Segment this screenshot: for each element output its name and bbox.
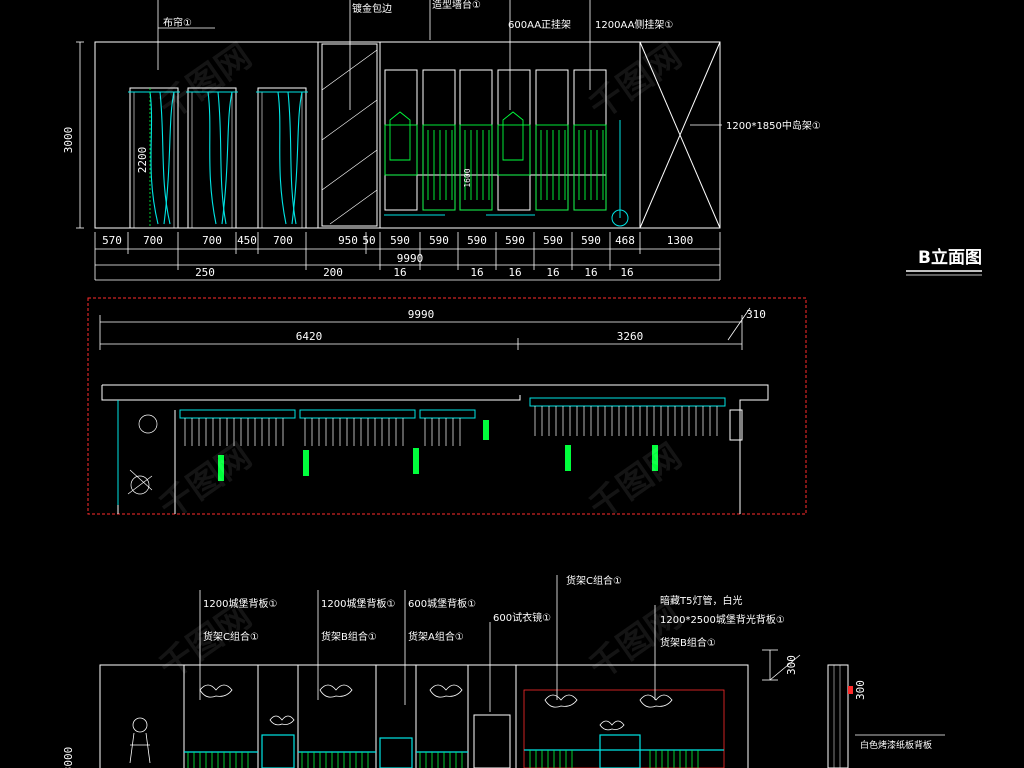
label-c4: 货架B组合① — [321, 630, 377, 643]
dim-text: 250 — [195, 266, 215, 279]
curtains — [128, 91, 308, 225]
label-c6: 货架A组合① — [408, 630, 464, 643]
dim-text: 16 — [470, 266, 483, 279]
dims-vertical — [76, 41, 151, 229]
dim-text: 590 — [429, 234, 449, 247]
label-mirror: 镀金包边 — [352, 2, 392, 15]
dim-text: 700 — [202, 234, 222, 247]
height-2200: 2200 — [136, 147, 149, 174]
dim-text: 16 — [508, 266, 521, 279]
dim-text: 590 — [390, 234, 410, 247]
dim-text: 700 — [143, 234, 163, 247]
label-c3: 1200城堡背板① — [321, 597, 395, 610]
label-c8: 货架C组合① — [566, 574, 622, 587]
dim-text: 16 — [546, 266, 559, 279]
label-rack-600: 600AA正挂架 — [508, 18, 571, 31]
label-wall: 造型墙台① — [432, 0, 481, 11]
dim-values-top: 570 700 700 450 700 950 50 590 590 590 5… — [102, 234, 693, 247]
dim-text: 16 — [620, 266, 633, 279]
dim-text: 16 — [393, 266, 406, 279]
dim-text: 16 — [584, 266, 597, 279]
watermark-text: 千图网 — [152, 36, 258, 127]
dim-values-mid: 250 200 9990 16 16 16 16 16 16 — [195, 252, 634, 279]
dim-text: 200 — [323, 266, 343, 279]
hangers-c — [187, 750, 699, 768]
plan-green-marks — [218, 420, 658, 481]
dim-text: 468 — [615, 234, 635, 247]
height-1600: 1600 — [463, 168, 472, 187]
dim-text: 590 — [505, 234, 525, 247]
watermark: 千图网 千图网 千图网 千图网 千图网 千图网 — [152, 36, 688, 687]
height-3000: 3000 — [62, 127, 75, 154]
label-rack-1200: 1200AA侧挂架① — [595, 18, 673, 31]
dim-text: 590 — [467, 234, 487, 247]
dim-text: 950 — [338, 234, 358, 247]
clothing-racks — [384, 111, 607, 211]
dim-text: 1300 — [667, 234, 694, 247]
plan-dim-b: 3260 — [617, 330, 644, 343]
dim-text: 590 — [543, 234, 563, 247]
dim-c-300: 300 — [785, 655, 798, 675]
label-cloth: 布帘① — [163, 16, 192, 29]
dim-text: 590 — [581, 234, 601, 247]
dim-text: 570 — [102, 234, 122, 247]
cad-drawing: 3000 2200 1600 布帘① 镀金包边 造型墙台① 600AA正挂架 1… — [62, 0, 982, 768]
dim-text: 50 — [362, 234, 375, 247]
watermark-text: 千图网 — [582, 36, 688, 127]
label-c12: 白色烤漆纸板背板 — [860, 739, 932, 751]
dim-text: 700 — [273, 234, 293, 247]
label-c5: 600城堡背板① — [408, 597, 476, 610]
label-island: 1200*1850中岛架① — [726, 119, 821, 132]
leaders-c — [199, 575, 945, 736]
dim-c-left: 3000 — [62, 747, 75, 768]
plan-dim-a: 6420 — [296, 330, 323, 343]
drawing-title: B立面图 — [918, 247, 982, 268]
label-c7: 600试衣镜① — [493, 611, 551, 624]
dim-text: 9990 — [397, 252, 424, 265]
dim-c-300b: 300 — [854, 680, 867, 700]
plan-dim-c: 310 — [746, 308, 766, 321]
red-marker — [848, 686, 853, 694]
label-c9: 暗藏T5灯管，白光 — [660, 594, 742, 607]
plan-dim-total: 9990 — [408, 308, 435, 321]
clouds — [129, 684, 673, 764]
fitting-room-3 — [257, 87, 307, 229]
shelves-c — [184, 734, 724, 768]
dim-text: 450 — [237, 234, 257, 247]
